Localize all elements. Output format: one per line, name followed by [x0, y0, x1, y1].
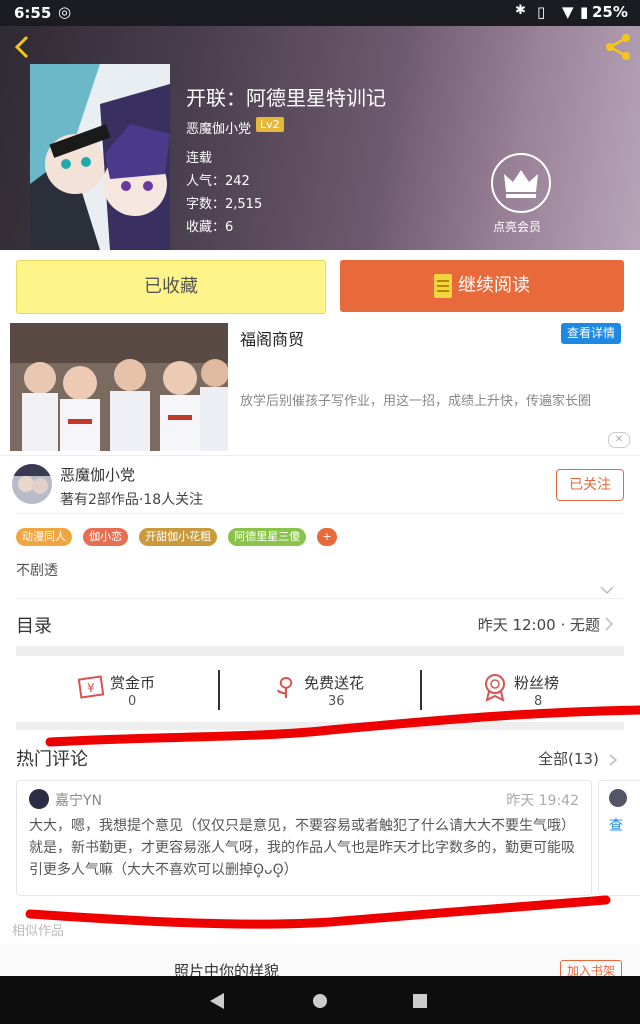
nav-back-icon[interactable]: [208, 992, 226, 1010]
nav-home-icon[interactable]: [311, 992, 329, 1010]
continue-reading-button[interactable]: 继续阅读: [340, 260, 624, 312]
similar-works-row[interactable]: 照片中你的样貌 加入书架: [0, 944, 640, 977]
divider: [0, 455, 640, 456]
chevron-left-icon: [14, 35, 29, 59]
chevron-right-icon: [605, 617, 614, 631]
ad-image[interactable]: [10, 323, 228, 451]
follow-button[interactable]: 已关注: [556, 469, 624, 501]
avatar[interactable]: [12, 464, 52, 504]
add-to-shelf-button[interactable]: 加入书架: [560, 960, 622, 977]
divider: [16, 598, 624, 599]
favorited-button[interactable]: 已收藏: [16, 260, 326, 314]
stat-value: 8: [534, 694, 543, 709]
divider: [16, 513, 624, 514]
tag-label: 阿德里星三傻: [234, 530, 301, 543]
tag-label: 动漫同人: [22, 530, 66, 543]
system-nav-bar: [0, 976, 640, 1024]
cover-illustration: [30, 64, 170, 250]
vip-label: 点亮会员: [493, 220, 542, 234]
hot-comments-heading: 热门评论: [16, 749, 88, 770]
ad-close-icon[interactable]: ✕: [608, 432, 630, 448]
comment-card[interactable]: 嘉宁YN 昨天 19:42 大大，嗯，我想提个意见（仅仅只是意见，不要容易或者触…: [16, 780, 592, 896]
share-button[interactable]: [602, 32, 634, 62]
tag-item[interactable]: 伽小恋: [83, 528, 129, 546]
tag-list: 动漫同人 伽小恋 开甜伽小花粗 阿德里星三傻 +: [16, 525, 343, 546]
comment-time: 昨天 19:42: [506, 793, 579, 809]
toc-latest: 昨天 12:00 · 无题: [477, 616, 600, 634]
similar-book-title[interactable]: 照片中你的样貌: [174, 960, 279, 976]
fan-ranking-button[interactable]: 粉丝榜 8: [422, 664, 640, 714]
section-separator: [16, 722, 624, 730]
free-flower-button[interactable]: 免费送花 36: [220, 664, 420, 714]
serial-status: 连载: [186, 151, 213, 166]
commenter-avatar[interactable]: [609, 789, 627, 807]
favorites-count: 收藏：6: [186, 220, 234, 235]
medal-icon: [485, 674, 505, 702]
commenter-avatar[interactable]: [29, 789, 49, 809]
ad-photo: [10, 323, 228, 451]
popularity-count: 人气：242: [186, 174, 250, 189]
stat-label: 免费送花: [304, 674, 365, 692]
word-count: 字数：2,515: [186, 197, 263, 212]
tag-label: 开甜伽小花粗: [145, 530, 212, 543]
share-icon: [606, 34, 630, 60]
book-icon: [434, 274, 452, 298]
flower-icon: [277, 676, 293, 698]
app-notification-icon: ◎: [58, 3, 72, 21]
nav-recents-icon[interactable]: [412, 993, 428, 1009]
expand-synopsis-button[interactable]: [600, 580, 614, 595]
reward-coin-button[interactable]: ¥ 赏金币 0: [0, 664, 214, 714]
tag-item[interactable]: 开甜伽小花粗: [139, 528, 218, 546]
stat-label: 赏金币: [110, 674, 156, 692]
stat-value: 0: [128, 694, 137, 709]
status-time: 6:55: [14, 4, 52, 22]
bluetooth-icon: ✱: [515, 3, 526, 18]
battery-icon: ▮: [580, 3, 589, 21]
stat-value: 36: [328, 694, 345, 709]
chevron-right-icon: [609, 753, 617, 766]
annotation-stroke: [25, 895, 611, 929]
svg-text:¥: ¥: [87, 681, 95, 695]
level-badge: Lv2: [256, 117, 284, 132]
ad-detail-button[interactable]: 查看详情: [561, 323, 621, 344]
status-bar: 6:55 ◎ ✱ ▯ ▼ ▮ 25%: [0, 0, 640, 26]
comment-text-peek: 查: [609, 818, 623, 834]
avatar-image: [12, 464, 52, 504]
comment-text: 大大，嗯，我想提个意见（仅仅只是意见，不要容易或者触犯了什么请大大不要生气哦）就…: [29, 818, 575, 878]
continue-reading-label: 继续阅读: [458, 275, 530, 296]
ad-title: 福阁商贸: [240, 330, 305, 349]
vibrate-icon: ▯: [537, 3, 546, 21]
next-comment-card[interactable]: 查: [598, 780, 640, 896]
synopsis: 不剧透: [16, 563, 58, 579]
ad-description: 放学后别催孩子写作业，用这一招，成绩上升快，传遍家长圈: [240, 394, 592, 409]
all-comments-label: 全部(13): [538, 750, 599, 768]
chevron-down-icon: [600, 586, 614, 595]
book-cover[interactable]: [30, 64, 170, 250]
all-comments-link[interactable]: 全部(13): [538, 748, 618, 769]
tag-item[interactable]: 阿德里星三傻: [228, 528, 307, 546]
back-button[interactable]: [10, 32, 34, 62]
tag-label: 伽小恋: [89, 530, 123, 543]
stat-label: 粉丝榜: [514, 674, 560, 692]
author-link[interactable]: 恶魔伽小党: [186, 118, 251, 137]
crown-icon: [491, 153, 551, 213]
author-name[interactable]: 恶魔伽小党: [60, 464, 135, 485]
vip-member-button[interactable]: [490, 152, 552, 214]
toc-label: 目录: [16, 616, 52, 637]
tag-item[interactable]: 动漫同人: [16, 528, 72, 546]
add-tag-icon[interactable]: +: [317, 528, 337, 546]
similar-works-heading: 相似作品: [12, 924, 65, 939]
reward-icon: ¥: [78, 675, 104, 699]
author-meta: 著有2部作品·18人关注: [60, 492, 204, 508]
battery-level: 25%: [592, 3, 628, 21]
wifi-icon: ▼: [562, 3, 574, 21]
toc-row[interactable]: 目录 昨天 12:00 · 无题: [0, 600, 640, 646]
book-title: 开联：阿德里星特训记: [186, 86, 386, 110]
commenter-name[interactable]: 嘉宁YN: [55, 790, 102, 810]
section-separator: [16, 646, 624, 656]
